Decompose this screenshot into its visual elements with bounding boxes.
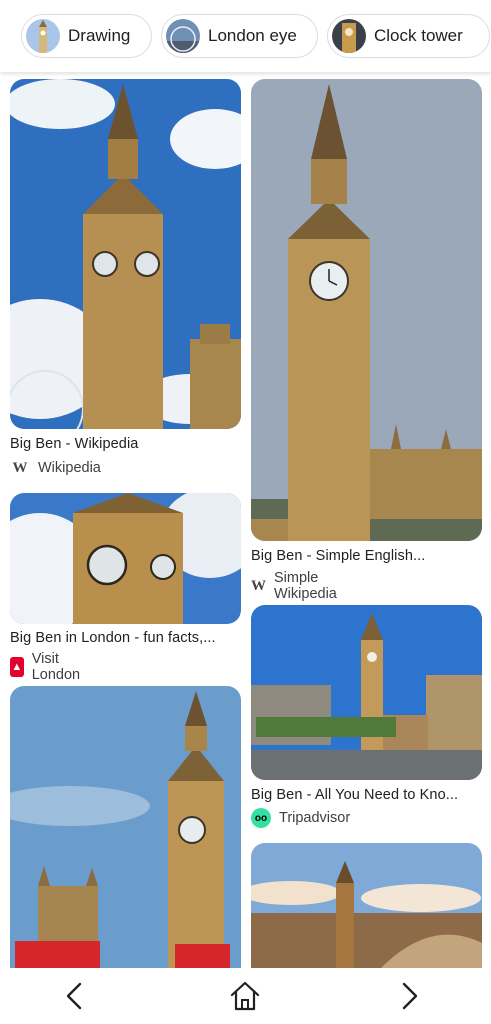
drawing-thumbnail	[26, 19, 60, 53]
chip-clock-tower[interactable]: Clock tower	[327, 14, 490, 58]
result-title[interactable]: Big Ben - Simple English...	[251, 548, 482, 564]
result-image[interactable]	[10, 493, 241, 624]
source-name: Visit London	[31, 651, 81, 683]
result-image[interactable]	[251, 605, 482, 780]
chip-london-eye[interactable]: London eye	[161, 14, 318, 58]
tripadvisor-icon: oo	[251, 808, 271, 828]
result-image[interactable]	[10, 686, 241, 968]
chip-label: Clock tower	[374, 26, 463, 45]
bottom-navigation	[0, 968, 491, 1024]
source-name: Wikipedia	[38, 460, 101, 476]
result-title[interactable]: Big Ben in London - fun facts,...	[10, 630, 241, 646]
chevron-right-icon[interactable]	[390, 978, 426, 1014]
chip-label: London eye	[208, 26, 297, 45]
result-title[interactable]: Big Ben - Wikipedia	[10, 436, 241, 452]
result-image[interactable]	[10, 79, 241, 429]
chip-label: Drawing	[68, 26, 131, 45]
home-icon[interactable]	[227, 978, 263, 1014]
result-source[interactable]: W Simple Wikipedia	[251, 570, 342, 602]
chevron-left-icon[interactable]	[58, 978, 94, 1014]
result-source[interactable]: W Wikipedia	[10, 458, 101, 478]
result-source[interactable]: oo Tripadvisor	[251, 808, 350, 828]
related-search-chips: Drawing London eye Clock tower	[0, 0, 491, 72]
chip-drawing[interactable]: Drawing	[21, 14, 152, 58]
wikipedia-icon: W	[12, 459, 28, 476]
wikipedia-icon: W	[251, 577, 266, 594]
source-name: Tripadvisor	[279, 810, 351, 826]
result-title[interactable]: Big Ben - All You Need to Kno...	[251, 787, 482, 803]
visit-london-icon: ▲	[10, 657, 24, 677]
source-name: Simple Wikipedia	[274, 570, 337, 602]
result-image[interactable]	[251, 79, 482, 541]
clock-tower-thumbnail	[332, 19, 366, 53]
london-eye-thumbnail	[166, 19, 200, 53]
result-source[interactable]: ▲ Visit London	[10, 651, 86, 683]
result-image[interactable]	[251, 843, 482, 968]
